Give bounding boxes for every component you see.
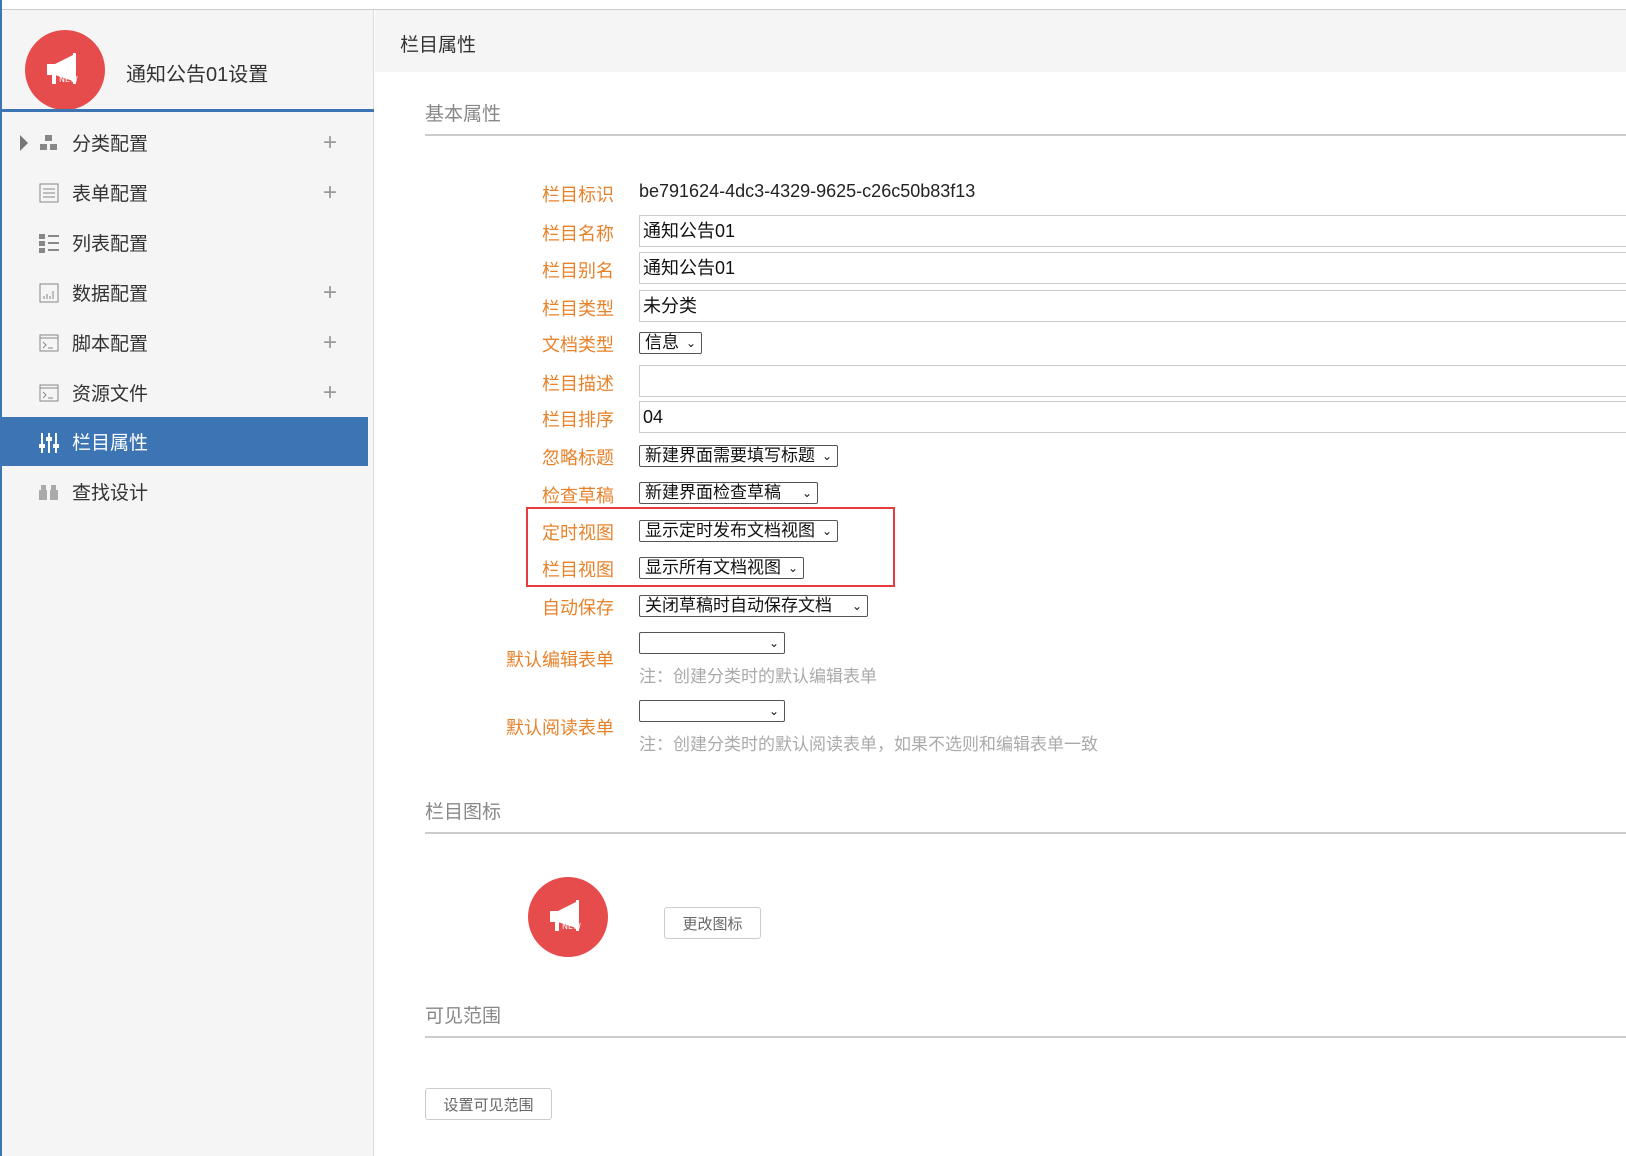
set-scope-button[interactable]: 设置可见范围 <box>425 1088 552 1120</box>
list-icon <box>39 233 59 253</box>
check-draft-label: 检查草稿 <box>542 486 614 506</box>
sidebar-item-data[interactable]: 数据配置 + <box>2 268 368 317</box>
section-basic-heading: 基本属性 <box>425 104 502 125</box>
id-value: be791624-4dc3-4329-9625-c26c50b83f13 <box>639 181 976 201</box>
divider <box>2 109 374 112</box>
chevron-down-icon: ⌄ <box>768 704 779 718</box>
read-form-label: 默认阅读表单 <box>506 718 614 738</box>
sidebar-item-label: 查找设计 <box>72 483 149 504</box>
sliders-icon <box>39 432 59 453</box>
sidebar-item-list[interactable]: 列表配置 <box>2 218 368 267</box>
select-value: 关闭草稿时自动保存文档 <box>645 596 832 615</box>
select-value: 新建界面检查草稿 <box>645 483 781 502</box>
autosave-label: 自动保存 <box>542 598 614 618</box>
divider <box>425 134 1626 136</box>
name-label: 栏目名称 <box>542 224 614 244</box>
add-icon[interactable]: + <box>323 279 337 307</box>
section-scope-heading: 可见范围 <box>425 1006 502 1027</box>
sidebar-item-label: 分类配置 <box>72 134 149 155</box>
sidebar-item-label: 栏目属性 <box>72 433 149 454</box>
order-input[interactable]: 04 <box>639 401 1626 433</box>
doctype-label: 文档类型 <box>542 335 614 355</box>
alias-label: 栏目别名 <box>542 261 614 281</box>
chevron-down-icon: ⌄ <box>801 486 812 500</box>
add-icon[interactable]: + <box>323 329 337 357</box>
ignore-title-select[interactable]: 新建界面需要填写标题 ⌄ <box>639 445 838 467</box>
edit-form-label: 默认编辑表单 <box>506 650 614 670</box>
sidebar-item-resources[interactable]: 资源文件 + <box>2 368 368 417</box>
chevron-down-icon: ⌄ <box>821 449 832 463</box>
divider <box>425 1036 1626 1038</box>
add-icon[interactable]: + <box>323 179 337 207</box>
sidebar-item-label: 资源文件 <box>72 384 149 405</box>
ignore-title-label: 忽略标题 <box>542 448 614 468</box>
type-label: 栏目类型 <box>542 299 614 319</box>
id-label: 栏目标识 <box>542 185 614 205</box>
type-input[interactable]: 未分类 <box>639 290 1626 322</box>
svg-text:NEW: NEW <box>59 75 78 84</box>
chevron-down-icon: ⌄ <box>821 524 832 538</box>
name-input[interactable]: 通知公告01 <box>639 215 1626 247</box>
sidebar-item-search-design[interactable]: 查找设计 <box>2 467 368 516</box>
read-form-note: 注：创建分类时的默认阅读表单，如果不选则和编辑表单一致 <box>639 735 1098 754</box>
desc-label: 栏目描述 <box>542 374 614 394</box>
sidebar-title: 通知公告01设置 <box>126 64 269 86</box>
add-icon[interactable]: + <box>323 379 337 407</box>
read-form-select[interactable]: ⌄ <box>639 700 785 722</box>
column-view-label: 栏目视图 <box>542 560 614 580</box>
sidebar-item-category[interactable]: 分类配置 + <box>2 118 368 167</box>
sidebar-item-label: 表单配置 <box>72 184 149 205</box>
terminal-icon <box>39 333 59 353</box>
desc-input[interactable] <box>639 365 1626 397</box>
autosave-select[interactable]: 关闭草稿时自动保存文档 ⌄ <box>639 595 868 617</box>
chevron-down-icon: ⌄ <box>685 336 696 350</box>
chart-icon <box>39 283 59 303</box>
doctype-select[interactable]: 信息 ⌄ <box>639 332 702 354</box>
select-value: 显示定时发布文档视图 <box>645 521 815 540</box>
main-header <box>375 10 1626 72</box>
category-icon <box>39 133 59 153</box>
select-value: 显示所有文档视图 <box>645 558 781 577</box>
check-draft-select[interactable]: 新建界面检查草稿 ⌄ <box>639 482 818 504</box>
column-icon-preview: NEW <box>528 877 608 957</box>
form-icon <box>39 183 59 203</box>
timed-view-select[interactable]: 显示定时发布文档视图 ⌄ <box>639 520 838 542</box>
column-view-select[interactable]: 显示所有文档视图 ⌄ <box>639 557 804 579</box>
sidebar-item-label: 数据配置 <box>72 284 149 305</box>
sidebar-item-form[interactable]: 表单配置 + <box>2 168 368 217</box>
section-icon-heading: 栏目图标 <box>425 802 502 823</box>
announcement-logo-icon: NEW <box>25 30 105 110</box>
sidebar-item-script[interactable]: 脚本配置 + <box>2 318 368 367</box>
select-value: 信息 <box>645 333 679 352</box>
svg-text:NEW: NEW <box>562 922 581 931</box>
timed-view-label: 定时视图 <box>542 523 614 543</box>
terminal-icon <box>39 383 59 403</box>
sidebar-item-label: 列表配置 <box>72 234 149 255</box>
chevron-down-icon: ⌄ <box>787 561 798 575</box>
edit-form-select[interactable]: ⌄ <box>639 632 785 654</box>
alias-input[interactable]: 通知公告01 <box>639 252 1626 284</box>
sidebar-item-column-properties[interactable]: 栏目属性 <box>2 417 368 466</box>
expand-arrow-icon[interactable] <box>20 134 28 151</box>
select-value: 新建界面需要填写标题 <box>645 446 815 465</box>
page-title: 栏目属性 <box>400 35 477 56</box>
change-icon-button[interactable]: 更改图标 <box>664 907 761 939</box>
add-icon[interactable]: + <box>323 129 337 157</box>
sidebar-item-label: 脚本配置 <box>72 334 149 355</box>
edit-form-note: 注：创建分类时的默认编辑表单 <box>639 667 877 686</box>
order-label: 栏目排序 <box>542 410 614 430</box>
binoculars-icon <box>39 482 59 502</box>
chevron-down-icon: ⌄ <box>851 599 862 613</box>
chevron-down-icon: ⌄ <box>768 636 779 650</box>
divider <box>425 832 1626 834</box>
